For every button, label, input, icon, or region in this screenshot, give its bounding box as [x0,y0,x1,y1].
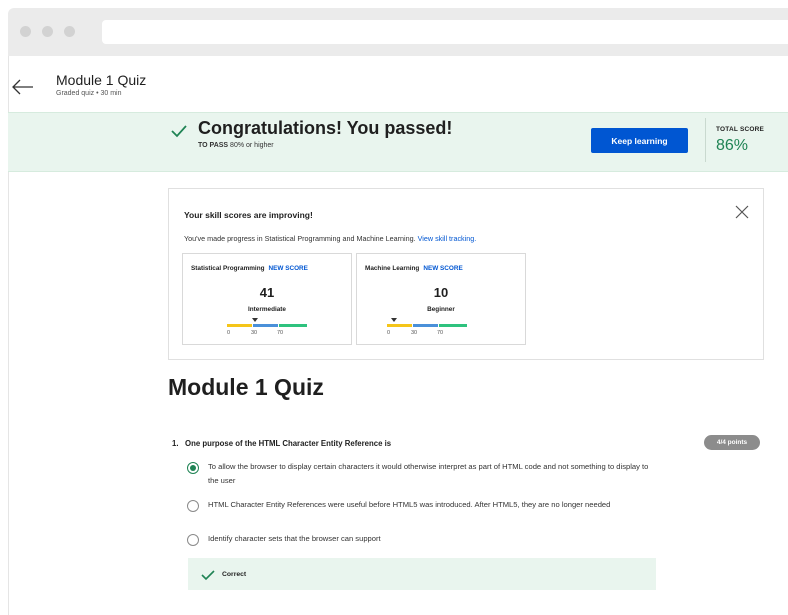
answer-option-1[interactable]: To allow the browser to display certain … [208,460,658,488]
answer-option-3[interactable]: Identify character sets that the browser… [208,532,658,546]
skill-level: Intermediate [247,306,286,313]
new-score-badge: NEW SCORE [268,265,308,272]
level-bar-advanced [279,324,307,327]
skill-name-row: Statistical Programming NEW SCORE [191,265,308,272]
pointer-triangle-icon [252,318,258,322]
total-score-value: 86% [716,137,749,154]
skill-card-description: You've made progress in Statistical Prog… [184,234,476,243]
window-dot-minimize[interactable] [42,26,53,37]
tick-label: 30 [251,330,258,336]
keep-learning-button[interactable]: Keep learning [591,128,688,153]
pass-requirement: TO PASS 80% or higher [198,142,274,149]
level-bar-beginner [227,324,252,327]
score-divider [705,118,706,162]
feedback-box [188,558,656,590]
skill-score-machine-learning: Machine Learning NEW SCORE 10 Beginner 0 … [356,253,526,345]
pointer-triangle-icon [391,318,397,322]
page-subtitle: Graded quiz • 30 min [56,90,122,97]
close-icon[interactable] [735,205,749,219]
answer-radio-3[interactable] [187,534,199,546]
new-score-badge: NEW SCORE [423,265,463,272]
skill-level: Beginner [427,306,455,313]
skill-score: 41 [259,285,275,300]
points-badge: 4/4 points [704,435,760,450]
skill-score: 10 [433,285,449,300]
tick-label: 70 [437,330,444,336]
skill-card-title: Your skill scores are improving! [184,210,313,220]
total-score-label: TOTAL SCORE [716,126,765,133]
feedback-label: Correct [222,571,247,578]
tick-label: 0 [387,330,391,336]
skill-name-row: Machine Learning NEW SCORE [365,265,463,272]
tick-label: 70 [277,330,284,336]
answer-radio-2[interactable] [187,500,199,512]
answer-radio-1[interactable] [187,462,199,474]
skill-score-statistical-programming: Statistical Programming NEW SCORE 41 Inte… [182,253,352,345]
skill-name: Statistical Programming [191,265,265,272]
window-dot-maximize[interactable] [64,26,75,37]
level-bar-intermediate [413,324,438,327]
skill-desc-text: You've made progress in Statistical Prog… [184,234,416,243]
congrats-headline: Congratulations! You passed! [198,118,453,138]
back-arrow-icon[interactable] [10,78,34,96]
browser-chrome [8,8,788,56]
checkmark-icon [201,570,215,581]
address-bar[interactable] [102,20,788,44]
view-skill-tracking-link[interactable]: View skill tracking. [418,234,477,243]
to-pass-label: TO PASS [198,142,229,149]
question-prompt: One purpose of the HTML Character Entity… [185,439,392,448]
question-number: 1. [172,439,179,448]
tick-label: 30 [411,330,418,336]
level-bar-beginner [387,324,412,327]
quiz-title: Module 1 Quiz [168,374,324,400]
level-bar-advanced [439,324,467,327]
level-bar-intermediate [253,324,278,327]
question-text: 1. One purpose of the HTML Character Ent… [172,439,391,448]
skill-name: Machine Learning [365,265,420,272]
page-title: Module 1 Quiz [56,72,147,88]
tick-label: 0 [227,330,231,336]
window-dot-close[interactable] [20,26,31,37]
to-pass-value: 80% or higher [230,142,274,149]
answer-option-2[interactable]: HTML Character Entity References were us… [208,498,658,512]
checkmark-icon [171,125,187,138]
